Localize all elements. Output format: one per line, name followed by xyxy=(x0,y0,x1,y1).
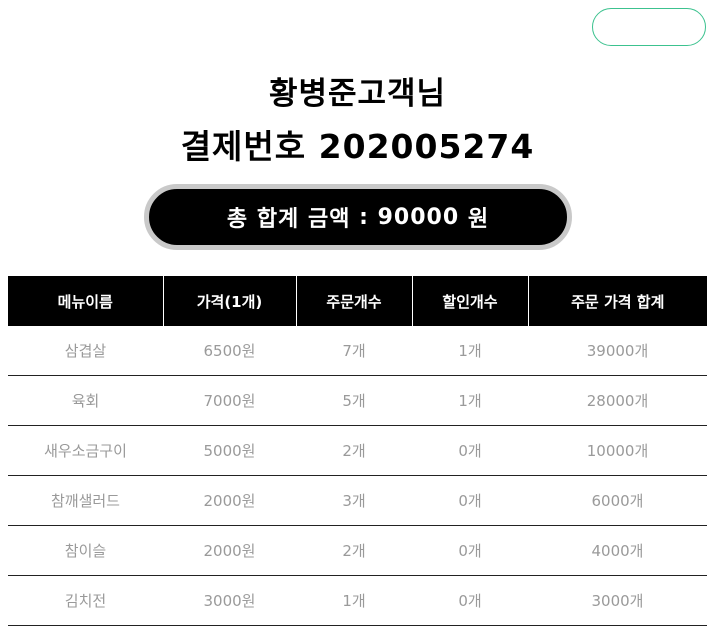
cell-order-total: 39000개 xyxy=(528,326,707,376)
total-separator: : xyxy=(359,204,369,230)
cell-discount-count: 1개 xyxy=(412,326,528,376)
cell-menu-name: 육회 xyxy=(8,375,163,426)
total-label: 총 합계 금액 xyxy=(226,207,351,232)
cell-order-count: 1개 xyxy=(296,575,412,626)
cell-unit-price: 7000원 xyxy=(163,375,296,426)
table-row: 육회 7000원 5개 1개 28000개 xyxy=(8,375,707,426)
total-amount-banner: 총 합계 금액 : 90000 원 xyxy=(144,184,572,250)
table-row: 참깨샐러드 2000원 3개 0개 6000개 xyxy=(8,475,707,526)
header-discount-count: 할인개수 xyxy=(411,276,528,326)
cell-menu-name: 김치전 xyxy=(8,575,163,626)
cell-unit-price: 2000원 xyxy=(163,525,296,576)
cell-discount-count: 0개 xyxy=(412,425,528,476)
cell-order-count: 2개 xyxy=(296,425,412,476)
cell-discount-count: 0개 xyxy=(412,475,528,526)
customer-title: 황병준고객님 xyxy=(268,76,447,112)
cell-discount-count: 0개 xyxy=(412,525,528,576)
cell-order-total: 4000개 xyxy=(528,525,707,576)
table-row: 김치전 3000원 1개 0개 3000개 xyxy=(8,575,707,626)
cell-order-count: 2개 xyxy=(296,525,412,576)
cell-discount-count: 0개 xyxy=(412,575,528,626)
header-menu-name: 메뉴이름 xyxy=(8,276,163,326)
cell-order-count: 7개 xyxy=(296,326,412,376)
top-right-button[interactable] xyxy=(592,8,706,46)
total-amount: 90000 xyxy=(377,204,460,230)
table-row: 삼겹살 6500원 7개 1개 39000개 xyxy=(8,326,707,376)
table-row: 새우소금구이 5000원 2개 0개 10000개 xyxy=(8,425,707,476)
cell-order-count: 5개 xyxy=(296,375,412,426)
cell-unit-price: 3000원 xyxy=(163,575,296,626)
cell-order-total: 10000개 xyxy=(528,425,707,476)
cell-order-total: 28000개 xyxy=(528,375,707,426)
cell-menu-name: 참깨샐러드 xyxy=(8,475,163,526)
header-order-total: 주문 가격 합계 xyxy=(527,276,707,326)
cell-unit-price: 6500원 xyxy=(163,326,296,376)
payment-number-line: 결제번호 202005274 xyxy=(0,120,715,168)
payment-number: 202005274 xyxy=(318,127,535,166)
cell-discount-count: 1개 xyxy=(412,375,528,426)
cell-order-total: 6000개 xyxy=(528,475,707,526)
header-order-count: 주문개수 xyxy=(295,276,412,326)
cell-menu-name: 새우소금구이 xyxy=(8,425,163,476)
cell-unit-price: 2000원 xyxy=(163,475,296,526)
order-table: 메뉴이름 가격(1개) 주문개수 할인개수 주문 가격 합계 삼겹살 6500원… xyxy=(8,276,707,626)
cell-menu-name: 삼겹살 xyxy=(8,326,163,376)
table-header-row: 메뉴이름 가격(1개) 주문개수 할인개수 주문 가격 합계 xyxy=(8,276,707,326)
payment-label: 결제번호 xyxy=(180,127,307,166)
table-row: 참이슬 2000원 2개 0개 4000개 xyxy=(8,525,707,576)
cell-unit-price: 5000원 xyxy=(163,425,296,476)
cell-order-count: 3개 xyxy=(296,475,412,526)
cell-menu-name: 참이슬 xyxy=(8,525,163,576)
header-unit-price: 가격(1개) xyxy=(162,276,296,326)
cell-order-total: 3000개 xyxy=(528,575,707,626)
total-unit: 원 xyxy=(467,207,490,232)
